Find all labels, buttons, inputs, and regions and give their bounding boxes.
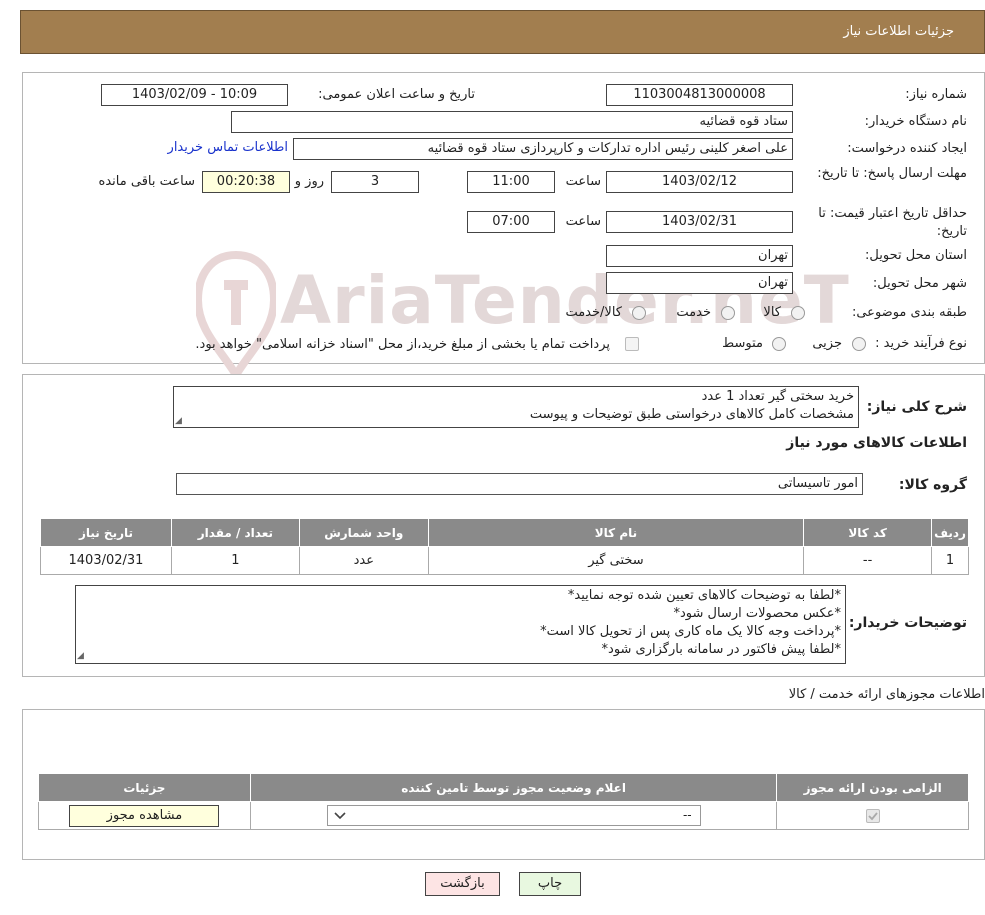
- view-permit-button[interactable]: مشاهده مجوز: [69, 804, 220, 827]
- col-permit-required: الزامی بودن ارائه مجوز: [776, 773, 969, 802]
- buyer-notes-textarea: *لطفا به توضیحات کالاهای تعیین شده توجه …: [75, 585, 846, 664]
- col-permit-status: اعلام وضعیت مجوز توسط تامین کننده: [249, 773, 778, 802]
- validity-time-field: 07:00: [467, 211, 555, 233]
- cell-row: 1: [931, 546, 969, 575]
- permits-section-title: اطلاعات مجوزهای ارائه خدمت / کالا: [788, 687, 985, 702]
- buyer-notes-label: توضیحات خریدار:: [848, 615, 967, 631]
- col-qty: تعداد / مقدار: [170, 518, 300, 547]
- city-field: تهران: [606, 272, 793, 294]
- days-remaining-field: 3: [331, 171, 419, 193]
- validity-time-label: ساعت: [565, 214, 601, 229]
- buyer-note-line-3: *پرداخت وجه کالا یک ماه کاری پس از تحویل…: [540, 624, 841, 639]
- permit-required-checkbox: [865, 808, 880, 823]
- resize-grip-icon[interactable]: ◢: [175, 416, 182, 426]
- permits-table-header: الزامی بودن ارائه مجوز اعلام وضعیت مجوز …: [38, 773, 969, 802]
- cell-permit-status: --: [249, 801, 778, 830]
- cell-qty: 1: [170, 546, 300, 575]
- items-table-header: ردیف کد کالا نام کالا واحد شمارش تعداد /…: [40, 518, 969, 547]
- reply-time-field: 11:00: [467, 171, 555, 193]
- remaining-time-field: 00:20:38: [202, 171, 290, 193]
- category-goods-radio[interactable]: [791, 306, 805, 320]
- summary-line-1: خرید سختی گیر تعداد 1 عدد: [701, 389, 854, 404]
- print-button[interactable]: چاپ: [519, 872, 581, 896]
- cell-permit-required: [776, 801, 969, 830]
- requester-label: ایجاد کننده درخواست:: [847, 141, 967, 156]
- permits-table: الزامی بودن ارائه مجوز اعلام وضعیت مجوز …: [38, 773, 969, 830]
- remaining-label: ساعت باقی مانده: [98, 174, 195, 189]
- buyer-contact-link[interactable]: اطلاعات تماس خریدار: [168, 140, 288, 155]
- summary-line-2: مشخصات کامل کالاهای درخواستی طبق توضیحات…: [529, 407, 854, 422]
- category-goods-label: کالا: [763, 305, 781, 320]
- purchase-medium-label: متوسط: [722, 336, 763, 351]
- cell-name: سختی گیر: [427, 546, 805, 575]
- summary-textarea: خرید سختی گیر تعداد 1 عدد مشخصات کامل کا…: [173, 386, 859, 428]
- purchase-minor-label: جزیی: [812, 336, 842, 351]
- buyer-note-line-1: *لطفا به توضیحات کالاهای تعیین شده توجه …: [567, 588, 841, 603]
- watermark-logo-icon: [193, 250, 279, 383]
- city-label: شهر محل تحویل:: [872, 276, 967, 291]
- col-unit: واحد شمارش: [298, 518, 429, 547]
- category-service-label: خدمت: [676, 305, 711, 320]
- buyer-note-line-4: *لطفا پیش فاکتور در سامانه بارگزاری شود*: [601, 642, 841, 657]
- need-number-label: شماره نیاز:: [905, 87, 967, 102]
- cell-unit: عدد: [298, 546, 429, 575]
- category-label: طبقه بندی موضوعی:: [851, 305, 967, 320]
- back-button[interactable]: بازگشت: [425, 872, 500, 896]
- validity-date-field: 1403/02/31: [606, 211, 793, 233]
- chevron-down-icon: [334, 812, 346, 820]
- reply-deadline-label: مهلت ارسال پاسخ: تا تاریخ:: [817, 166, 967, 181]
- goods-group-field: امور تاسیساتی: [176, 473, 863, 495]
- table-row: -- مشاهده مجوز: [38, 801, 969, 830]
- col-name: نام کالا: [427, 518, 805, 547]
- check-icon: [868, 811, 878, 820]
- items-section-title: اطلاعات کالاهای مورد نیاز: [786, 435, 967, 451]
- items-table: ردیف کد کالا نام کالا واحد شمارش تعداد /…: [40, 518, 969, 575]
- col-date: تاریخ نیاز: [40, 518, 172, 547]
- purchase-type-label: نوع فرآیند خرید :: [875, 336, 967, 351]
- cell-code: --: [803, 546, 933, 575]
- goods-group-label: گروه کالا:: [898, 477, 967, 493]
- reply-date-field: 1403/02/12: [606, 171, 793, 193]
- treasury-bonds-checkbox[interactable]: [625, 337, 639, 351]
- summary-label: شرح کلی نیاز:: [866, 399, 967, 415]
- page-header: جزئیات اطلاعات نیاز: [20, 10, 985, 54]
- announce-datetime-label: تاریخ و ساعت اعلان عمومی:: [318, 87, 475, 102]
- price-validity-label: حداقل تاریخ اعتبار قیمت: تا تاریخ:: [818, 206, 967, 239]
- day-and-label: روز و: [294, 174, 324, 189]
- province-field: تهران: [606, 245, 793, 267]
- treasury-bonds-note: پرداخت تمام یا بخشی از مبلغ خرید،از محل …: [195, 337, 610, 352]
- category-service-radio[interactable]: [721, 306, 735, 320]
- col-row: ردیف: [931, 518, 969, 547]
- province-label: استان محل تحویل:: [865, 248, 967, 263]
- purchase-medium-radio[interactable]: [772, 337, 786, 351]
- permit-status-value: --: [682, 808, 692, 822]
- need-number-field: 1103004813000008: [606, 84, 793, 106]
- cell-date: 1403/02/31: [40, 546, 172, 575]
- purchase-minor-radio[interactable]: [852, 337, 866, 351]
- category-goods-service-radio[interactable]: [632, 306, 646, 320]
- resize-grip-icon[interactable]: ◢: [77, 651, 84, 661]
- requester-field: علی اصغر کلینی رئیس اداره تدارکات و کارپ…: [293, 138, 793, 160]
- buyer-note-line-2: *عکس محصولات ارسال شود*: [673, 606, 842, 621]
- announce-datetime-field: 1403/02/09 - 10:09: [101, 84, 288, 106]
- reply-time-label: ساعت: [565, 174, 601, 189]
- buyer-org-label: نام دستگاه خریدار:: [864, 114, 967, 129]
- table-row: 1 -- سختی گیر عدد 1 1403/02/31: [40, 546, 969, 575]
- buyer-org-field: ستاد قوه قضائیه: [231, 111, 793, 133]
- cell-permit-details: مشاهده مجوز: [38, 801, 251, 830]
- permit-status-select[interactable]: --: [326, 805, 701, 826]
- page-title: جزئیات اطلاعات نیاز: [843, 24, 954, 39]
- col-permit-details: جزئیات: [38, 773, 251, 802]
- category-goods-service-label: کالا/خدمت: [565, 305, 622, 320]
- col-code: کد کالا: [803, 518, 933, 547]
